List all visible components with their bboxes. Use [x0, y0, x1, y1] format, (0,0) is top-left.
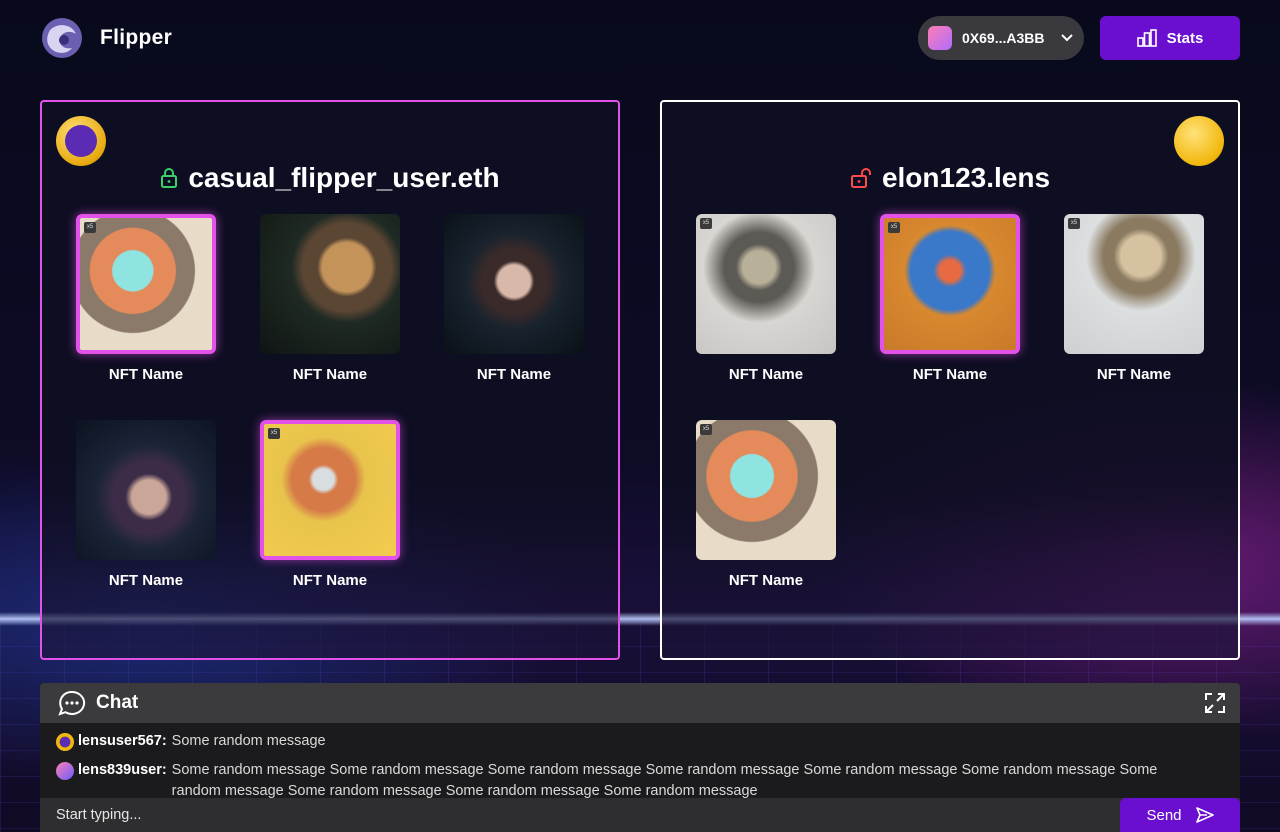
- quantity-badge: x5: [888, 222, 900, 233]
- nft-grid-left: x5 NFT Name NFT Name NFT Name NFT Name x…: [76, 214, 584, 589]
- lock-closed-icon: [161, 168, 178, 188]
- nft-image[interactable]: x5: [1064, 214, 1204, 354]
- quantity-badge: x5: [1068, 218, 1080, 229]
- nft-card[interactable]: NFT Name: [260, 214, 400, 383]
- nft-card[interactable]: x5 NFT Name: [1064, 214, 1204, 383]
- coin-icon: [1174, 116, 1224, 166]
- chevron-down-icon: [1061, 34, 1073, 42]
- nft-card[interactable]: x5 NFT Name: [76, 214, 216, 383]
- nft-name: NFT Name: [108, 366, 184, 383]
- nft-image[interactable]: x5: [260, 420, 400, 560]
- nft-image[interactable]: [260, 214, 400, 354]
- nft-name: NFT Name: [728, 366, 804, 383]
- coin-icon: [56, 116, 106, 166]
- stats-button-label: Stats: [1166, 29, 1204, 47]
- nft-image[interactable]: x5: [696, 420, 836, 560]
- nft-card[interactable]: NFT Name: [76, 420, 216, 589]
- quantity-badge: x5: [268, 428, 280, 439]
- send-button-label: Send: [1146, 806, 1182, 824]
- nft-image[interactable]: [76, 420, 216, 560]
- brand-name: Flipper: [100, 26, 173, 49]
- quantity-badge: x5: [84, 222, 96, 233]
- chat-header: Chat: [40, 683, 1240, 723]
- wallet-address: 0X69...A3BB: [962, 30, 1045, 46]
- nft-card[interactable]: x5 NFT Name: [696, 420, 836, 589]
- quantity-badge: x5: [700, 218, 712, 229]
- send-icon: [1195, 807, 1214, 823]
- user-avatar: [56, 762, 74, 780]
- panel-title: elon123.lens: [662, 162, 1238, 194]
- quantity-badge: x5: [700, 424, 712, 435]
- chat-title: Chat: [96, 692, 139, 713]
- nft-name: NFT Name: [728, 572, 804, 589]
- chat-input-bar: Send: [40, 798, 1240, 832]
- user-avatar: [56, 733, 74, 751]
- my-offer-panel: casual_flipper_user.eth x5 NFT Name NFT …: [40, 100, 620, 660]
- nft-name: NFT Name: [1096, 366, 1172, 383]
- expand-icon[interactable]: [1204, 692, 1226, 714]
- nft-image[interactable]: x5: [76, 214, 216, 354]
- chat-message: lensuser567: Some random message: [56, 731, 326, 752]
- message-text: Some random message Some random message …: [171, 762, 1158, 799]
- message-text: Some random message: [171, 733, 326, 749]
- username-left: casual_flipper_user.eth: [188, 162, 500, 193]
- message-username: lensuser567:: [78, 733, 167, 749]
- username-right: elon123.lens: [881, 162, 1051, 193]
- chat-input[interactable]: [40, 798, 1110, 832]
- chat-bubble-icon: [58, 690, 86, 716]
- wallet-selector[interactable]: 0X69...A3BB: [918, 16, 1084, 60]
- nft-name: NFT Name: [912, 366, 988, 383]
- nft-name: NFT Name: [476, 366, 552, 383]
- panel-title: casual_flipper_user.eth: [42, 162, 618, 194]
- nft-name: NFT Name: [292, 366, 368, 383]
- nft-image[interactable]: x5: [696, 214, 836, 354]
- nft-card[interactable]: NFT Name: [444, 214, 584, 383]
- nft-card[interactable]: x5 NFT Name: [260, 420, 400, 589]
- nft-card[interactable]: x5 NFT Name: [880, 214, 1020, 383]
- nft-card[interactable]: x5 NFT Name: [696, 214, 836, 383]
- message-username: lens839user:: [78, 762, 167, 778]
- nft-image[interactable]: [444, 214, 584, 354]
- nft-grid-right: x5 NFT Name x5 NFT Name x5 NFT Name x5 N…: [696, 214, 1204, 589]
- nft-image[interactable]: x5: [880, 214, 1020, 354]
- counterparty-panel: elon123.lens x5 NFT Name x5 NFT Name x5 …: [660, 100, 1240, 660]
- nft-name: NFT Name: [108, 572, 184, 589]
- bar-chart-icon: [1136, 29, 1157, 47]
- chat-message: lens839user: Some random message Some ra…: [56, 760, 1196, 802]
- stats-button[interactable]: Stats: [1100, 16, 1240, 60]
- flipper-logo-icon: [42, 18, 82, 58]
- nft-name: NFT Name: [292, 572, 368, 589]
- lock-open-icon: [850, 168, 871, 188]
- chat-panel: Chat lensuser567: Some random message le…: [40, 683, 1240, 832]
- send-button[interactable]: Send: [1120, 798, 1240, 832]
- wallet-avatar: [928, 26, 952, 50]
